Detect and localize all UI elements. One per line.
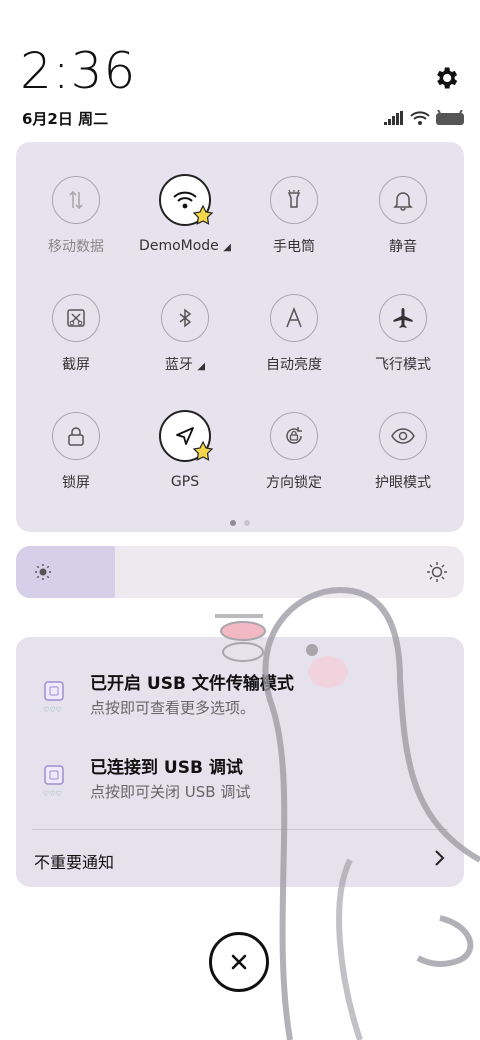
tile-label: 自动亮度	[266, 357, 322, 373]
tile-label: 飞行模式	[375, 357, 431, 373]
wifi-status-icon	[410, 111, 430, 125]
lock-icon	[52, 412, 100, 460]
android-system-icon: ♡♡♡	[43, 681, 64, 714]
menu-triangle-icon: ◢	[197, 361, 206, 372]
status-icons	[384, 108, 466, 128]
notification-usb-debug[interactable]: ♡♡♡ 已连接到 USB 调试 点按即可关闭 USB 调试	[16, 751, 464, 811]
notification-title: 已开启 USB 文件传输模式	[90, 674, 294, 694]
brightness-slider[interactable]	[16, 546, 464, 598]
menu-triangle-icon: ◢	[223, 242, 231, 253]
divider	[32, 829, 448, 830]
date: 6月2日 周二	[22, 110, 109, 128]
tile-label: 移动数据	[48, 239, 104, 255]
close-button[interactable]	[209, 932, 269, 992]
android-system-icon: ♡♡♡	[43, 765, 64, 798]
page-indicator	[16, 520, 464, 526]
tile-label: DemoMode ◢	[139, 238, 231, 254]
tile-eye-care[interactable]: 护眼模式	[348, 412, 458, 492]
rotation-lock-icon	[270, 412, 318, 460]
notification-body: 点按即可查看更多选项。	[90, 699, 256, 717]
tile-gps[interactable]: GPS	[130, 410, 240, 490]
brightness-fill	[16, 546, 115, 598]
tile-auto-brightness[interactable]: 自动亮度	[239, 294, 349, 374]
close-icon	[231, 954, 247, 970]
bluetooth-icon	[161, 294, 209, 342]
notification-body: 点按即可关闭 USB 调试	[90, 783, 251, 801]
tile-label: 截屏	[62, 357, 90, 373]
location-arrow-icon	[159, 410, 214, 462]
tile-label: 护眼模式	[375, 475, 431, 491]
tile-label: GPS	[170, 474, 200, 490]
unimportant-notifications-link[interactable]: 不重要通知	[34, 849, 114, 873]
tile-mobile-data[interactable]: 移动数据	[21, 176, 131, 256]
brightness-low-icon	[35, 564, 51, 580]
notification-title: 已连接到 USB 调试	[90, 758, 243, 778]
tile-flashlight[interactable]: 手电筒	[239, 176, 349, 256]
notification-usb-transfer[interactable]: ♡♡♡ 已开启 USB 文件传输模式 点按即可查看更多选项。	[16, 667, 464, 727]
wifi-icon	[159, 174, 214, 226]
tile-label: 锁屏	[62, 475, 90, 491]
svg-text:♡♡♡: ♡♡♡	[43, 790, 62, 798]
flashlight-icon	[270, 176, 318, 224]
screenshot-icon	[52, 294, 100, 342]
eye-icon	[379, 412, 427, 460]
battery-icon	[436, 110, 464, 125]
tile-mute[interactable]: 静音	[348, 176, 458, 256]
svg-text:♡♡♡: ♡♡♡	[43, 706, 62, 714]
settings-gear-icon[interactable]	[432, 64, 460, 92]
brightness-high-icon	[427, 562, 447, 582]
chevron-right-icon[interactable]	[432, 849, 448, 867]
quick-settings-panel: 移动数据 DemoMode ◢ 手电筒 静音 截屏 蓝牙 ◢ 自动亮度 飞行模式…	[16, 142, 464, 532]
tile-airplane[interactable]: 飞行模式	[348, 294, 458, 374]
tile-label: 静音	[389, 239, 417, 255]
airplane-icon	[379, 294, 427, 342]
page-dot	[244, 520, 250, 526]
star-sticker-icon	[192, 204, 214, 225]
star-sticker-icon	[192, 440, 214, 461]
tile-label: 蓝牙 ◢	[164, 357, 206, 373]
signal-icon	[384, 111, 403, 125]
tile-lock-screen[interactable]: 锁屏	[21, 412, 131, 492]
page-dot-active	[230, 520, 236, 526]
tile-bluetooth[interactable]: 蓝牙 ◢	[130, 294, 240, 374]
tile-rotation-lock[interactable]: 方向锁定	[239, 412, 349, 492]
notification-panel: ♡♡♡ 已开启 USB 文件传输模式 点按即可查看更多选项。 ♡♡♡ 已连接到 …	[16, 637, 464, 887]
auto-brightness-icon	[270, 294, 318, 342]
tile-label: 方向锁定	[266, 475, 322, 491]
mobile-data-icon	[52, 176, 100, 224]
tile-label: 手电筒	[273, 239, 315, 255]
tile-demomode[interactable]: DemoMode ◢	[130, 174, 240, 254]
tile-screenshot[interactable]: 截屏	[21, 294, 131, 374]
bell-icon	[379, 176, 427, 224]
clock: 2:36	[20, 42, 137, 100]
